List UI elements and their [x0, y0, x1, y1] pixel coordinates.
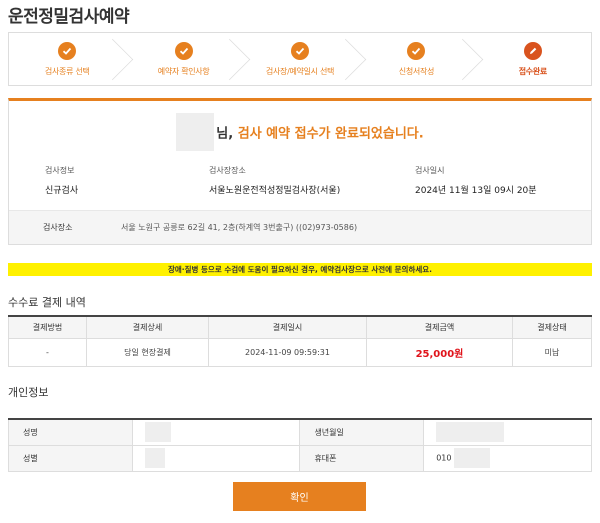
check-icon	[407, 42, 426, 60]
phone-prefix: 010	[436, 453, 452, 463]
location-value: 서울 노원구 공릉로 62길 41, 2층(하계역 3번출구) ((02)973…	[121, 223, 358, 232]
masked-name	[144, 422, 171, 443]
exam-info-label: 검사정보	[45, 166, 75, 175]
check-icon	[58, 42, 77, 60]
masked-birthdate	[436, 422, 505, 443]
table-row: 성명 생년월일	[8, 418, 592, 446]
location-label: 검사장소	[43, 223, 73, 232]
exam-site-value: 서울노원운전적성정밀검사장(서울)	[209, 186, 341, 196]
step-label: 예약자 확인사항	[157, 67, 210, 76]
confirmation-headline: 님, 검사 예약 접수가 완료되었습니다.	[9, 113, 591, 153]
table-header: 결제금액	[366, 315, 513, 339]
progress-stepper: 검사종류 선택 예약자 확인사항 검사장/예약일시 선택 신청서작성 접수완료	[8, 32, 592, 86]
birth-label: 생년월일	[299, 418, 425, 446]
exam-info: 검사정보 신규검사	[45, 165, 78, 196]
confirmation-box: 님, 검사 예약 접수가 완료되었습니다. 검사정보 신규검사 검사장장소 서울…	[8, 98, 592, 245]
payment-status: 미납	[512, 337, 592, 367]
exam-datetime: 검사일시 2024년 11월 13일 09시 20분	[415, 165, 537, 196]
headline-accent: 검사 예약 접수가 완료되었습니다.	[237, 126, 424, 142]
payment-method: -	[8, 337, 87, 367]
payment-amount: 25,000원	[366, 337, 513, 367]
table-header-row: 결제방법 결제상세 결제일시 결제금액 결제상태	[8, 315, 592, 339]
check-icon	[174, 42, 193, 60]
table-row: - 당일 현장결제 2024-11-09 09:59:31 25,000원 미납	[8, 337, 592, 367]
payment-detail: 당일 현장결제	[86, 337, 209, 367]
pencil-icon	[523, 42, 542, 60]
exam-info-value: 신규검사	[45, 186, 79, 196]
step-label: 검사종류 선택	[44, 67, 90, 76]
exam-datetime-value: 2024년 11월 13일 09시 20분	[415, 186, 537, 196]
step-exam-type: 검사종류 선택	[9, 33, 125, 85]
masked-gender	[144, 448, 165, 468]
confirm-button[interactable]: 확인	[233, 482, 366, 511]
table-header: 결제방법	[8, 315, 87, 339]
gender-value	[131, 444, 301, 472]
step-label: 검사장/예약일시 선택	[265, 67, 335, 76]
gender-label: 성별	[8, 444, 133, 472]
phone-label: 휴대폰	[299, 444, 425, 472]
step-reservation-check: 예약자 확인사항	[125, 33, 241, 85]
notice-banner: 장애·질병 등으로 수검에 도움이 필요하신 경우, 예약검사장으로 사전에 문…	[8, 263, 592, 276]
personal-section-title: 개인정보	[8, 386, 49, 399]
headline-suffix: 님,	[216, 126, 238, 142]
step-site-datetime: 검사장/예약일시 선택	[242, 33, 358, 85]
exam-site: 검사장장소 서울노원운전적성정밀검사장(서울)	[209, 165, 340, 196]
page-title: 운전정밀검사예약	[8, 7, 130, 27]
step-label: 접수완료	[518, 67, 548, 76]
table-header: 결제상태	[512, 315, 592, 339]
exam-datetime-label: 검사일시	[415, 166, 445, 175]
table-header: 결제상세	[86, 315, 209, 339]
masked-phone	[454, 448, 491, 468]
location-row: 검사장소 서울 노원구 공릉로 62길 41, 2층(하계역 3번출구) ((0…	[9, 210, 591, 244]
personal-info-table: 성명 생년월일 성별 휴대폰 010	[8, 418, 592, 472]
check-icon	[291, 42, 310, 60]
name-label: 성명	[8, 418, 133, 446]
phone-value: 010	[423, 444, 592, 472]
table-header: 결제일시	[208, 315, 367, 339]
name-value	[131, 418, 301, 446]
exam-site-label: 검사장장소	[209, 166, 246, 175]
step-label: 신청서작성	[398, 67, 435, 76]
payment-datetime: 2024-11-09 09:59:31	[208, 337, 367, 367]
table-row: 성별 휴대폰 010	[8, 444, 592, 472]
payment-section-title: 수수료 결제 내역	[8, 296, 86, 309]
step-application-form: 신청서작성	[358, 33, 474, 85]
birth-value	[423, 418, 592, 446]
step-complete: 접수완료	[475, 33, 591, 85]
masked-name	[176, 113, 215, 151]
payment-table: 결제방법 결제상세 결제일시 결제금액 결제상태 - 당일 현장결제 2024-…	[8, 315, 592, 367]
